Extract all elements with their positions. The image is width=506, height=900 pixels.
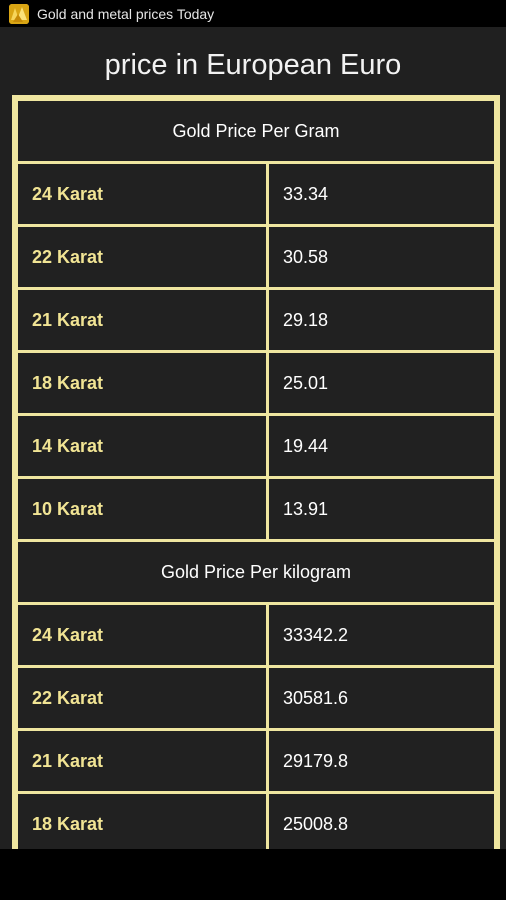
title-bar: Gold and metal prices Today — [0, 0, 506, 27]
table-row: 22 Karat 30.58 — [18, 227, 494, 287]
navigation-bar — [0, 849, 506, 900]
price-table: Gold Price Per Gram 24 Karat 33.34 22 Ka… — [12, 95, 500, 849]
karat-label: 22 Karat — [18, 668, 266, 728]
price-value: 30581.6 — [269, 668, 494, 728]
main-content: price in European Euro Gold Price Per Gr… — [0, 27, 506, 849]
price-value: 33342.2 — [269, 605, 494, 665]
table-row: 10 Karat 13.91 — [18, 479, 494, 539]
price-value: 29.18 — [269, 290, 494, 350]
karat-label: 18 Karat — [18, 794, 266, 849]
price-value: 25.01 — [269, 353, 494, 413]
karat-label: 10 Karat — [18, 479, 266, 539]
karat-label: 21 Karat — [18, 731, 266, 791]
karat-label: 18 Karat — [18, 353, 266, 413]
table-row: 24 Karat 33.34 — [18, 164, 494, 224]
table-row: 18 Karat 25.01 — [18, 353, 494, 413]
price-value: 13.91 — [269, 479, 494, 539]
section-header-per-kilogram: Gold Price Per kilogram — [18, 542, 494, 602]
table-row: 21 Karat 29.18 — [18, 290, 494, 350]
price-value: 33.34 — [269, 164, 494, 224]
section-header-per-gram: Gold Price Per Gram — [18, 101, 494, 161]
table-row: 21 Karat 29179.8 — [18, 731, 494, 791]
price-value: 25008.8 — [269, 794, 494, 849]
karat-label: 24 Karat — [18, 164, 266, 224]
app-title: Gold and metal prices Today — [37, 5, 215, 22]
karat-label: 14 Karat — [18, 416, 266, 476]
price-value: 30.58 — [269, 227, 494, 287]
karat-label: 22 Karat — [18, 227, 266, 287]
table-row: 18 Karat 25008.8 — [18, 794, 494, 849]
karat-label: 21 Karat — [18, 290, 266, 350]
price-value: 29179.8 — [269, 731, 494, 791]
gold-bars-icon — [9, 3, 29, 24]
karat-label: 24 Karat — [18, 605, 266, 665]
price-value: 19.44 — [269, 416, 494, 476]
page-title: price in European Euro — [104, 49, 402, 81]
table-row: 14 Karat 19.44 — [18, 416, 494, 476]
table-row: 22 Karat 30581.6 — [18, 668, 494, 728]
table-row: 24 Karat 33342.2 — [18, 605, 494, 665]
